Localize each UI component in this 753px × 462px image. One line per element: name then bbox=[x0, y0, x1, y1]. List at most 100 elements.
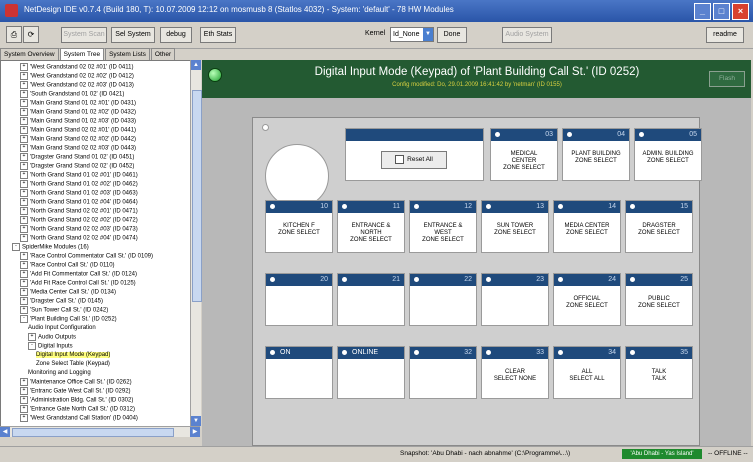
tree-item[interactable]: + 'Entrance Gate North Call St.' (ID 0312… bbox=[20, 405, 135, 414]
expand-icon[interactable]: + bbox=[20, 288, 28, 296]
scroll-left-icon[interactable]: ◀ bbox=[0, 427, 10, 437]
minimize-button[interactable]: _ bbox=[694, 3, 711, 20]
tree-item[interactable]: + 'North Grand Stand 02 02 #04' (ID 0474) bbox=[20, 234, 138, 243]
expand-icon[interactable]: + bbox=[20, 72, 28, 80]
tree-item[interactable]: Audio Input Configuration bbox=[28, 324, 96, 333]
print-icon[interactable]: ⎙ bbox=[6, 26, 22, 43]
readme-button[interactable]: readme bbox=[706, 27, 744, 43]
tree-item[interactable]: + 'Dragster Call St.' (ID 0145) bbox=[20, 297, 103, 306]
keypad-key[interactable]: 12 ENTRANCE & WEST ZONE SELECT bbox=[409, 200, 477, 253]
expand-icon[interactable]: + bbox=[20, 378, 28, 386]
expand-icon[interactable]: + bbox=[20, 126, 28, 134]
refresh-icon[interactable]: ⟳ bbox=[23, 26, 39, 43]
keypad-key[interactable]: 15 DRAGSTER ZONE SELECT bbox=[625, 200, 693, 253]
scrollbar-thumb[interactable] bbox=[12, 428, 174, 437]
expand-icon[interactable]: + bbox=[20, 144, 28, 152]
expand-icon[interactable]: + bbox=[20, 234, 28, 242]
keypad-key[interactable]: 23 bbox=[481, 273, 549, 326]
tree-item[interactable]: + 'North Grand Stand 01 02 #03' (ID 0463) bbox=[20, 189, 138, 198]
tree-item[interactable]: + 'North Grand Stand 01 02 #01' (ID 0461) bbox=[20, 171, 138, 180]
keypad-key[interactable]: 11 ENTRANCE & NORTH ZONE SELECT bbox=[337, 200, 405, 253]
system-scan-button[interactable]: System Scan bbox=[61, 27, 107, 43]
keypad-key[interactable]: 03 MEDICAL CENTER ZONE SELECT bbox=[490, 128, 558, 181]
tab-system-tree[interactable]: System Tree bbox=[59, 48, 105, 60]
tree-item[interactable]: + 'Main Grand Stand 01 02 #02' (ID 0432) bbox=[20, 108, 136, 117]
expand-icon[interactable]: + bbox=[20, 252, 28, 260]
keypad-key[interactable]: 22 bbox=[409, 273, 477, 326]
tree-item[interactable]: + 'Main Grand Stand 02 02 #03' (ID 0443) bbox=[20, 144, 136, 153]
tree-item[interactable]: + 'Race Control Commentator Call St.' (ID… bbox=[20, 252, 153, 261]
keypad-key[interactable]: ON bbox=[265, 346, 333, 399]
collapse-icon[interactable]: - bbox=[28, 342, 36, 350]
tree-item[interactable]: - Digital Inputs bbox=[28, 342, 73, 351]
expand-icon[interactable]: + bbox=[20, 162, 28, 170]
reset-all-button[interactable]: Reset All bbox=[381, 151, 447, 169]
keypad-key[interactable]: 21 bbox=[337, 273, 405, 326]
close-button[interactable]: × bbox=[732, 3, 749, 20]
expand-icon[interactable]: + bbox=[20, 279, 28, 287]
tree-item[interactable]: + 'North Grand Stand 02 02 #02' (ID 0472) bbox=[20, 216, 138, 225]
maximize-button[interactable]: □ bbox=[713, 3, 730, 20]
tree-item[interactable]: + 'West Grandstand 02 02 #01' (ID 0411) bbox=[20, 63, 133, 72]
flash-button[interactable]: Flash bbox=[709, 71, 745, 87]
eth-stats-button[interactable]: Eth Stats bbox=[200, 27, 236, 43]
expand-icon[interactable]: + bbox=[20, 405, 28, 413]
expand-icon[interactable]: + bbox=[20, 207, 28, 215]
keypad-key[interactable]: 13 SUN TOWER ZONE SELECT bbox=[481, 200, 549, 253]
expand-icon[interactable]: + bbox=[20, 153, 28, 161]
expand-icon[interactable]: + bbox=[20, 387, 28, 395]
keypad-key[interactable]: 04 PLANT BUILDING ZONE SELECT bbox=[562, 128, 630, 181]
kernel-select[interactable]: Id_None ▼ bbox=[390, 27, 434, 42]
system-tree[interactable]: + 'West Grandstand 02 02 #01' (ID 0411) + '… bbox=[0, 60, 192, 428]
expand-icon[interactable]: + bbox=[20, 90, 28, 98]
expand-icon[interactable]: + bbox=[20, 306, 28, 314]
tree-item[interactable]: - SpiderMike Modules (16) bbox=[12, 243, 89, 252]
tree-item[interactable]: + 'Main Grand Stand 01 02 #01' (ID 0431) bbox=[20, 99, 136, 108]
expand-icon[interactable]: + bbox=[20, 198, 28, 206]
expand-icon[interactable]: + bbox=[20, 63, 28, 71]
tree-item[interactable]: + 'Administration Bldg. Call St.' (ID 030… bbox=[20, 396, 133, 405]
expand-icon[interactable]: + bbox=[20, 261, 28, 269]
expand-icon[interactable]: + bbox=[20, 225, 28, 233]
expand-icon[interactable]: + bbox=[20, 297, 28, 305]
tree-item[interactable]: + Audio Outputs bbox=[28, 333, 76, 342]
scroll-up-icon[interactable]: ▲ bbox=[191, 60, 201, 70]
tree-item[interactable]: Digital Input Mode (Keypad) bbox=[36, 351, 111, 360]
tab-system-overview[interactable]: System Overview bbox=[0, 48, 59, 60]
debug-button[interactable]: debug bbox=[160, 27, 192, 43]
expand-icon[interactable]: + bbox=[20, 189, 28, 197]
tree-item[interactable]: + 'Add Fit Race Control Call St.' (ID 012… bbox=[20, 279, 136, 288]
scroll-right-icon[interactable]: ▶ bbox=[190, 427, 200, 437]
tree-item[interactable]: + 'North Grand Stand 02 02 #01' (ID 0471) bbox=[20, 207, 138, 216]
keypad-key[interactable]: 24 OFFICIAL ZONE SELECT bbox=[553, 273, 621, 326]
expand-icon[interactable]: + bbox=[20, 108, 28, 116]
collapse-icon[interactable]: - bbox=[20, 315, 28, 323]
tree-item[interactable]: + 'Main Grand Stand 02 02 #01' (ID 0441) bbox=[20, 126, 136, 135]
expand-icon[interactable]: + bbox=[20, 171, 28, 179]
keypad-key[interactable]: ONLINE bbox=[337, 346, 405, 399]
tab-other[interactable]: Other bbox=[150, 48, 176, 60]
expand-icon[interactable]: + bbox=[20, 216, 28, 224]
expand-icon[interactable]: + bbox=[20, 81, 28, 89]
select-system-button[interactable]: Sel System bbox=[111, 27, 155, 43]
tree-item[interactable]: + 'South Grandstand 01 02' (ID 0421) bbox=[20, 90, 124, 99]
tree-item[interactable]: + 'West Grandstand Call Station' (ID 0404… bbox=[20, 414, 138, 423]
keypad-key[interactable]: 20 bbox=[265, 273, 333, 326]
audio-system-button[interactable]: Audio System bbox=[502, 27, 552, 43]
tree-item[interactable]: + 'Sun Tower Call St.' (ID 0242) bbox=[20, 306, 108, 315]
tree-item[interactable]: + 'Add Fit Commentator Call St.' (ID 0124… bbox=[20, 270, 137, 279]
collapse-icon[interactable]: - bbox=[12, 243, 20, 251]
tree-item[interactable]: + 'Media Center Call St.' (ID 0134) bbox=[20, 288, 116, 297]
tree-item[interactable]: + 'Dragster Grand Stand 02 02' (ID 0452) bbox=[20, 162, 134, 171]
volume-knob[interactable] bbox=[265, 144, 329, 208]
keypad-key[interactable]: 35 TALK TALK bbox=[625, 346, 693, 399]
tree-item[interactable]: Monitoring and Logging bbox=[28, 369, 91, 378]
expand-icon[interactable]: + bbox=[20, 99, 28, 107]
tree-item[interactable]: + 'North Grand Stand 01 02 #04' (ID 0464) bbox=[20, 198, 138, 207]
tree-vertical-scrollbar[interactable]: ▲ ▼ bbox=[190, 60, 202, 426]
scroll-down-icon[interactable]: ▼ bbox=[191, 416, 201, 426]
expand-icon[interactable]: + bbox=[20, 396, 28, 404]
tree-item[interactable]: + 'Entranc Gate West Call St.' (ID 0292) bbox=[20, 387, 131, 396]
expand-icon[interactable]: + bbox=[28, 333, 36, 341]
tree-item[interactable]: + 'Maintenance Office Call St.' (ID 0262) bbox=[20, 378, 132, 387]
